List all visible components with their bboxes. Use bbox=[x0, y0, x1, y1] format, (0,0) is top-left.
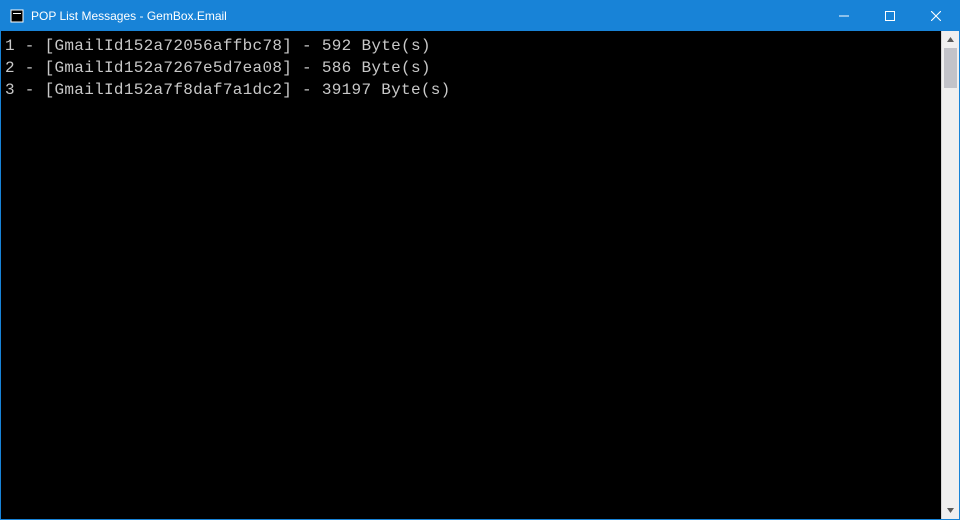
vertical-scrollbar[interactable] bbox=[941, 31, 959, 519]
minimize-button[interactable] bbox=[821, 1, 867, 31]
scroll-thumb[interactable] bbox=[944, 48, 957, 88]
scroll-down-button[interactable] bbox=[942, 502, 959, 519]
console-output[interactable]: 1 - [GmailId152a72056affbc78] - 592 Byte… bbox=[1, 31, 941, 519]
console-line: 2 - [GmailId152a7267e5d7ea08] - 586 Byte… bbox=[5, 57, 941, 79]
window-title: POP List Messages - GemBox.Email bbox=[31, 9, 227, 23]
maximize-button[interactable] bbox=[867, 1, 913, 31]
window-frame: POP List Messages - GemBox.Email 1 - [Gm… bbox=[0, 0, 960, 520]
scroll-track[interactable] bbox=[942, 48, 959, 502]
close-button[interactable] bbox=[913, 1, 959, 31]
console-line: 1 - [GmailId152a72056affbc78] - 592 Byte… bbox=[5, 35, 941, 57]
app-icon bbox=[9, 8, 25, 24]
title-bar[interactable]: POP List Messages - GemBox.Email bbox=[1, 1, 959, 31]
console-line: 3 - [GmailId152a7f8daf7a1dc2] - 39197 By… bbox=[5, 79, 941, 101]
scroll-up-button[interactable] bbox=[942, 31, 959, 48]
client-area: 1 - [GmailId152a72056affbc78] - 592 Byte… bbox=[1, 31, 959, 519]
